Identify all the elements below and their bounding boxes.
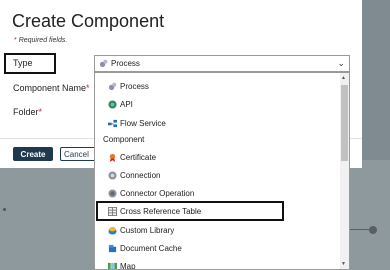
custom-library-icon <box>108 226 117 235</box>
document-cache-icon <box>108 244 117 252</box>
option-connection[interactable]: Connection <box>108 168 160 182</box>
chevron-down-icon[interactable]: ⌄ <box>337 58 345 69</box>
create-button[interactable]: Create <box>13 147 53 161</box>
option-map[interactable]: Map <box>108 259 136 269</box>
table-icon <box>108 206 117 216</box>
certificate-icon <box>109 153 116 162</box>
process-icon <box>99 59 108 68</box>
type-select[interactable]: Process ⌄ <box>94 55 350 72</box>
type-dropdown-list: Process API Flow Service Component Certi… <box>94 72 350 270</box>
option-cross-reference-table[interactable]: Cross Reference Table <box>108 204 201 218</box>
option-flow-service[interactable]: Flow Service <box>108 116 166 130</box>
option-api[interactable]: API <box>108 97 133 111</box>
scroll-up-arrow-icon[interactable]: ▲ <box>341 75 346 81</box>
dialog-title: Create Component <box>12 11 165 31</box>
type-select-value: Process <box>111 59 140 68</box>
option-certificate[interactable]: Certificate <box>108 150 156 164</box>
option-document-cache[interactable]: Document Cache <box>108 241 182 255</box>
option-custom-library[interactable]: Custom Library <box>108 223 174 237</box>
option-process[interactable]: Process <box>108 79 149 93</box>
connection-icon <box>108 170 117 180</box>
type-label: Type <box>13 58 33 68</box>
scrollbar-thumb[interactable] <box>341 85 348 161</box>
required-fields-note: * Required fields. <box>14 37 68 44</box>
component-name-label: Component Name* <box>13 83 90 93</box>
flow-service-icon <box>108 119 117 127</box>
connector-operation-icon <box>108 188 117 198</box>
canvas-node[interactable] <box>369 226 377 234</box>
option-connector-operation[interactable]: Connector Operation <box>108 186 194 200</box>
canvas-marker <box>3 208 6 211</box>
scroll-down-arrow-icon[interactable]: ▼ <box>341 261 346 267</box>
map-icon <box>108 262 117 269</box>
process-icon <box>108 82 117 90</box>
group-label-component: Component <box>103 135 145 144</box>
dropdown-scrollbar[interactable]: ▲ ▼ <box>340 73 349 269</box>
api-icon <box>108 99 117 109</box>
folder-label: Folder* <box>13 107 43 117</box>
